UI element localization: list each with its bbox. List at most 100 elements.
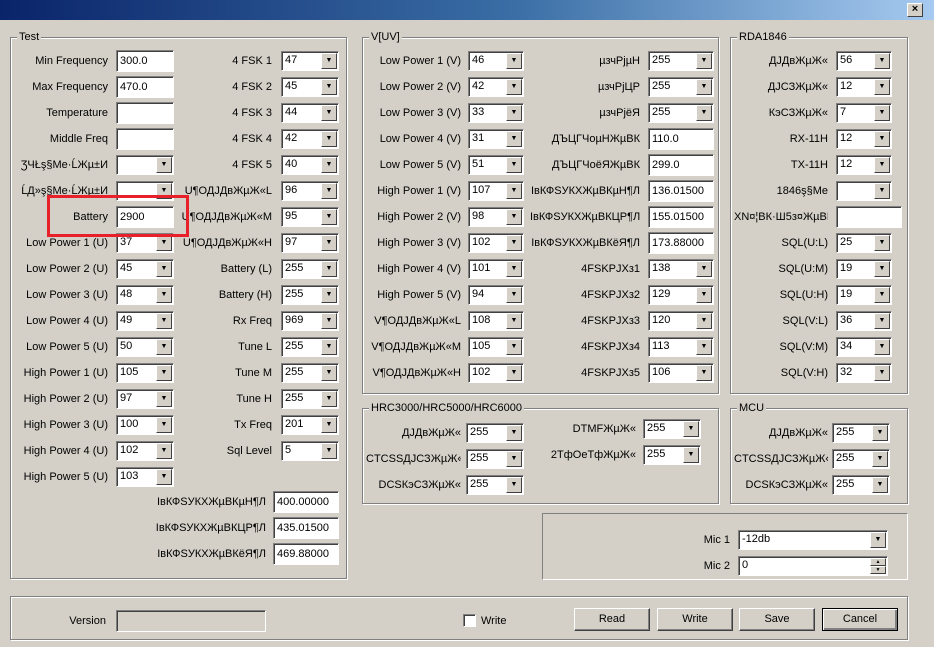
hrc-left-select-0[interactable]: 255 ▼ bbox=[466, 423, 524, 443]
chevron-down-icon[interactable]: ▼ bbox=[506, 131, 522, 147]
test-bottom-input-1[interactable]: 435.01500 bbox=[273, 517, 339, 539]
test-left-select-12[interactable]: 105 ▼ bbox=[116, 363, 174, 383]
chevron-down-icon[interactable]: ▼ bbox=[321, 53, 337, 69]
vuv-left-select-1[interactable]: 42 ▼ bbox=[468, 77, 524, 97]
save-button[interactable]: Save bbox=[739, 608, 815, 631]
chevron-down-icon[interactable]: ▼ bbox=[696, 79, 712, 95]
test-left-input-3[interactable] bbox=[116, 128, 174, 150]
cancel-button[interactable]: Cancel bbox=[822, 608, 898, 631]
rda-select-4[interactable]: 12 ▼ bbox=[836, 155, 892, 175]
mcu-select-2[interactable]: 255 ▼ bbox=[832, 475, 890, 495]
vuv-left-select-9[interactable]: 94 ▼ bbox=[468, 285, 524, 305]
vuv-right-select-10[interactable]: 120 ▼ bbox=[648, 311, 714, 331]
test-right-select-9[interactable]: 255 ▼ bbox=[281, 285, 339, 305]
spin-down-icon[interactable]: ▼ bbox=[870, 566, 886, 574]
chevron-down-icon[interactable]: ▼ bbox=[321, 235, 337, 251]
hrc-left-select-1[interactable]: 255 ▼ bbox=[466, 449, 524, 469]
rda-select-11[interactable]: 34 ▼ bbox=[836, 337, 892, 357]
test-left-input-2[interactable] bbox=[116, 102, 174, 124]
chevron-down-icon[interactable]: ▼ bbox=[156, 391, 172, 407]
vuv-left-select-10[interactable]: 108 ▼ bbox=[468, 311, 524, 331]
chevron-down-icon[interactable]: ▼ bbox=[506, 451, 522, 467]
chevron-down-icon[interactable]: ▼ bbox=[506, 425, 522, 441]
hrc-left-select-2[interactable]: 255 ▼ bbox=[466, 475, 524, 495]
test-left-select-9[interactable]: 48 ▼ bbox=[116, 285, 174, 305]
read-button[interactable]: Read bbox=[574, 608, 650, 631]
test-right-select-15[interactable]: 5 ▼ bbox=[281, 441, 339, 461]
test-left-select-15[interactable]: 102 ▼ bbox=[116, 441, 174, 461]
chevron-down-icon[interactable]: ▼ bbox=[874, 287, 890, 303]
chevron-down-icon[interactable]: ▼ bbox=[874, 131, 890, 147]
chevron-down-icon[interactable]: ▼ bbox=[321, 157, 337, 173]
test-left-select-4[interactable]: ▼ bbox=[116, 155, 174, 175]
chevron-down-icon[interactable]: ▼ bbox=[874, 313, 890, 329]
test-right-select-1[interactable]: 45 ▼ bbox=[281, 77, 339, 97]
test-right-select-2[interactable]: 44 ▼ bbox=[281, 103, 339, 123]
test-bottom-input-0[interactable]: 400.00000 bbox=[273, 491, 339, 513]
vuv-left-select-12[interactable]: 102 ▼ bbox=[468, 363, 524, 383]
test-left-select-16[interactable]: 103 ▼ bbox=[116, 467, 174, 487]
vuv-right-input-5[interactable]: 136.01500 bbox=[648, 180, 714, 202]
chevron-down-icon[interactable]: ▼ bbox=[874, 157, 890, 173]
chevron-down-icon[interactable]: ▼ bbox=[321, 183, 337, 199]
chevron-down-icon[interactable]: ▼ bbox=[321, 365, 337, 381]
rda-select-9[interactable]: 19 ▼ bbox=[836, 285, 892, 305]
chevron-down-icon[interactable]: ▼ bbox=[506, 105, 522, 121]
test-right-select-11[interactable]: 255 ▼ bbox=[281, 337, 339, 357]
spin-up-icon[interactable]: ▲ bbox=[870, 558, 886, 566]
vuv-right-select-0[interactable]: 255 ▼ bbox=[648, 51, 714, 71]
rda-select-5[interactable]: ▼ bbox=[836, 181, 892, 201]
chevron-down-icon[interactable]: ▼ bbox=[874, 235, 890, 251]
chevron-down-icon[interactable]: ▼ bbox=[506, 183, 522, 199]
chevron-down-icon[interactable]: ▼ bbox=[321, 131, 337, 147]
chevron-down-icon[interactable]: ▼ bbox=[321, 287, 337, 303]
chevron-down-icon[interactable]: ▼ bbox=[696, 365, 712, 381]
chevron-down-icon[interactable]: ▼ bbox=[156, 365, 172, 381]
chevron-down-icon[interactable]: ▼ bbox=[696, 287, 712, 303]
vuv-left-select-7[interactable]: 102 ▼ bbox=[468, 233, 524, 253]
vuv-right-select-8[interactable]: 138 ▼ bbox=[648, 259, 714, 279]
chevron-down-icon[interactable]: ▼ bbox=[506, 157, 522, 173]
vuv-left-select-6[interactable]: 98 ▼ bbox=[468, 207, 524, 227]
test-right-select-3[interactable]: 42 ▼ bbox=[281, 129, 339, 149]
test-right-select-8[interactable]: 255 ▼ bbox=[281, 259, 339, 279]
chevron-down-icon[interactable]: ▼ bbox=[506, 53, 522, 69]
rda-select-1[interactable]: 12 ▼ bbox=[836, 77, 892, 97]
chevron-down-icon[interactable]: ▼ bbox=[321, 339, 337, 355]
rda-select-12[interactable]: 32 ▼ bbox=[836, 363, 892, 383]
mcu-select-1[interactable]: 255 ▼ bbox=[832, 449, 890, 469]
test-right-select-5[interactable]: 96 ▼ bbox=[281, 181, 339, 201]
chevron-down-icon[interactable]: ▼ bbox=[156, 287, 172, 303]
vuv-right-input-7[interactable]: 173.88000 bbox=[648, 232, 714, 254]
chevron-down-icon[interactable]: ▼ bbox=[872, 451, 888, 467]
rda-select-3[interactable]: 12 ▼ bbox=[836, 129, 892, 149]
test-right-select-7[interactable]: 97 ▼ bbox=[281, 233, 339, 253]
test-left-select-14[interactable]: 100 ▼ bbox=[116, 415, 174, 435]
test-left-select-11[interactable]: 50 ▼ bbox=[116, 337, 174, 357]
chevron-down-icon[interactable]: ▼ bbox=[696, 261, 712, 277]
test-right-select-13[interactable]: 255 ▼ bbox=[281, 389, 339, 409]
chevron-down-icon[interactable]: ▼ bbox=[506, 313, 522, 329]
chevron-down-icon[interactable]: ▼ bbox=[872, 425, 888, 441]
chevron-down-icon[interactable]: ▼ bbox=[321, 105, 337, 121]
chevron-down-icon[interactable]: ▼ bbox=[870, 532, 886, 548]
chevron-down-icon[interactable]: ▼ bbox=[696, 313, 712, 329]
test-right-select-6[interactable]: 95 ▼ bbox=[281, 207, 339, 227]
chevron-down-icon[interactable]: ▼ bbox=[874, 365, 890, 381]
hrc-right-select-0[interactable]: 255 ▼ bbox=[643, 419, 701, 439]
vuv-left-select-5[interactable]: 107 ▼ bbox=[468, 181, 524, 201]
test-right-select-4[interactable]: 40 ▼ bbox=[281, 155, 339, 175]
vuv-right-input-3[interactable]: 110.0 bbox=[648, 128, 714, 150]
chevron-down-icon[interactable]: ▼ bbox=[156, 157, 172, 173]
chevron-down-icon[interactable]: ▼ bbox=[874, 53, 890, 69]
mic2-spinner[interactable]: 0 ▲ ▼ bbox=[738, 556, 888, 576]
vuv-left-select-2[interactable]: 33 ▼ bbox=[468, 103, 524, 123]
chevron-down-icon[interactable]: ▼ bbox=[696, 53, 712, 69]
chevron-down-icon[interactable]: ▼ bbox=[321, 79, 337, 95]
rda-input-6[interactable] bbox=[836, 206, 902, 228]
test-right-select-14[interactable]: 201 ▼ bbox=[281, 415, 339, 435]
chevron-down-icon[interactable]: ▼ bbox=[874, 339, 890, 355]
chevron-down-icon[interactable]: ▼ bbox=[874, 79, 890, 95]
vuv-left-select-11[interactable]: 105 ▼ bbox=[468, 337, 524, 357]
test-left-select-10[interactable]: 49 ▼ bbox=[116, 311, 174, 331]
